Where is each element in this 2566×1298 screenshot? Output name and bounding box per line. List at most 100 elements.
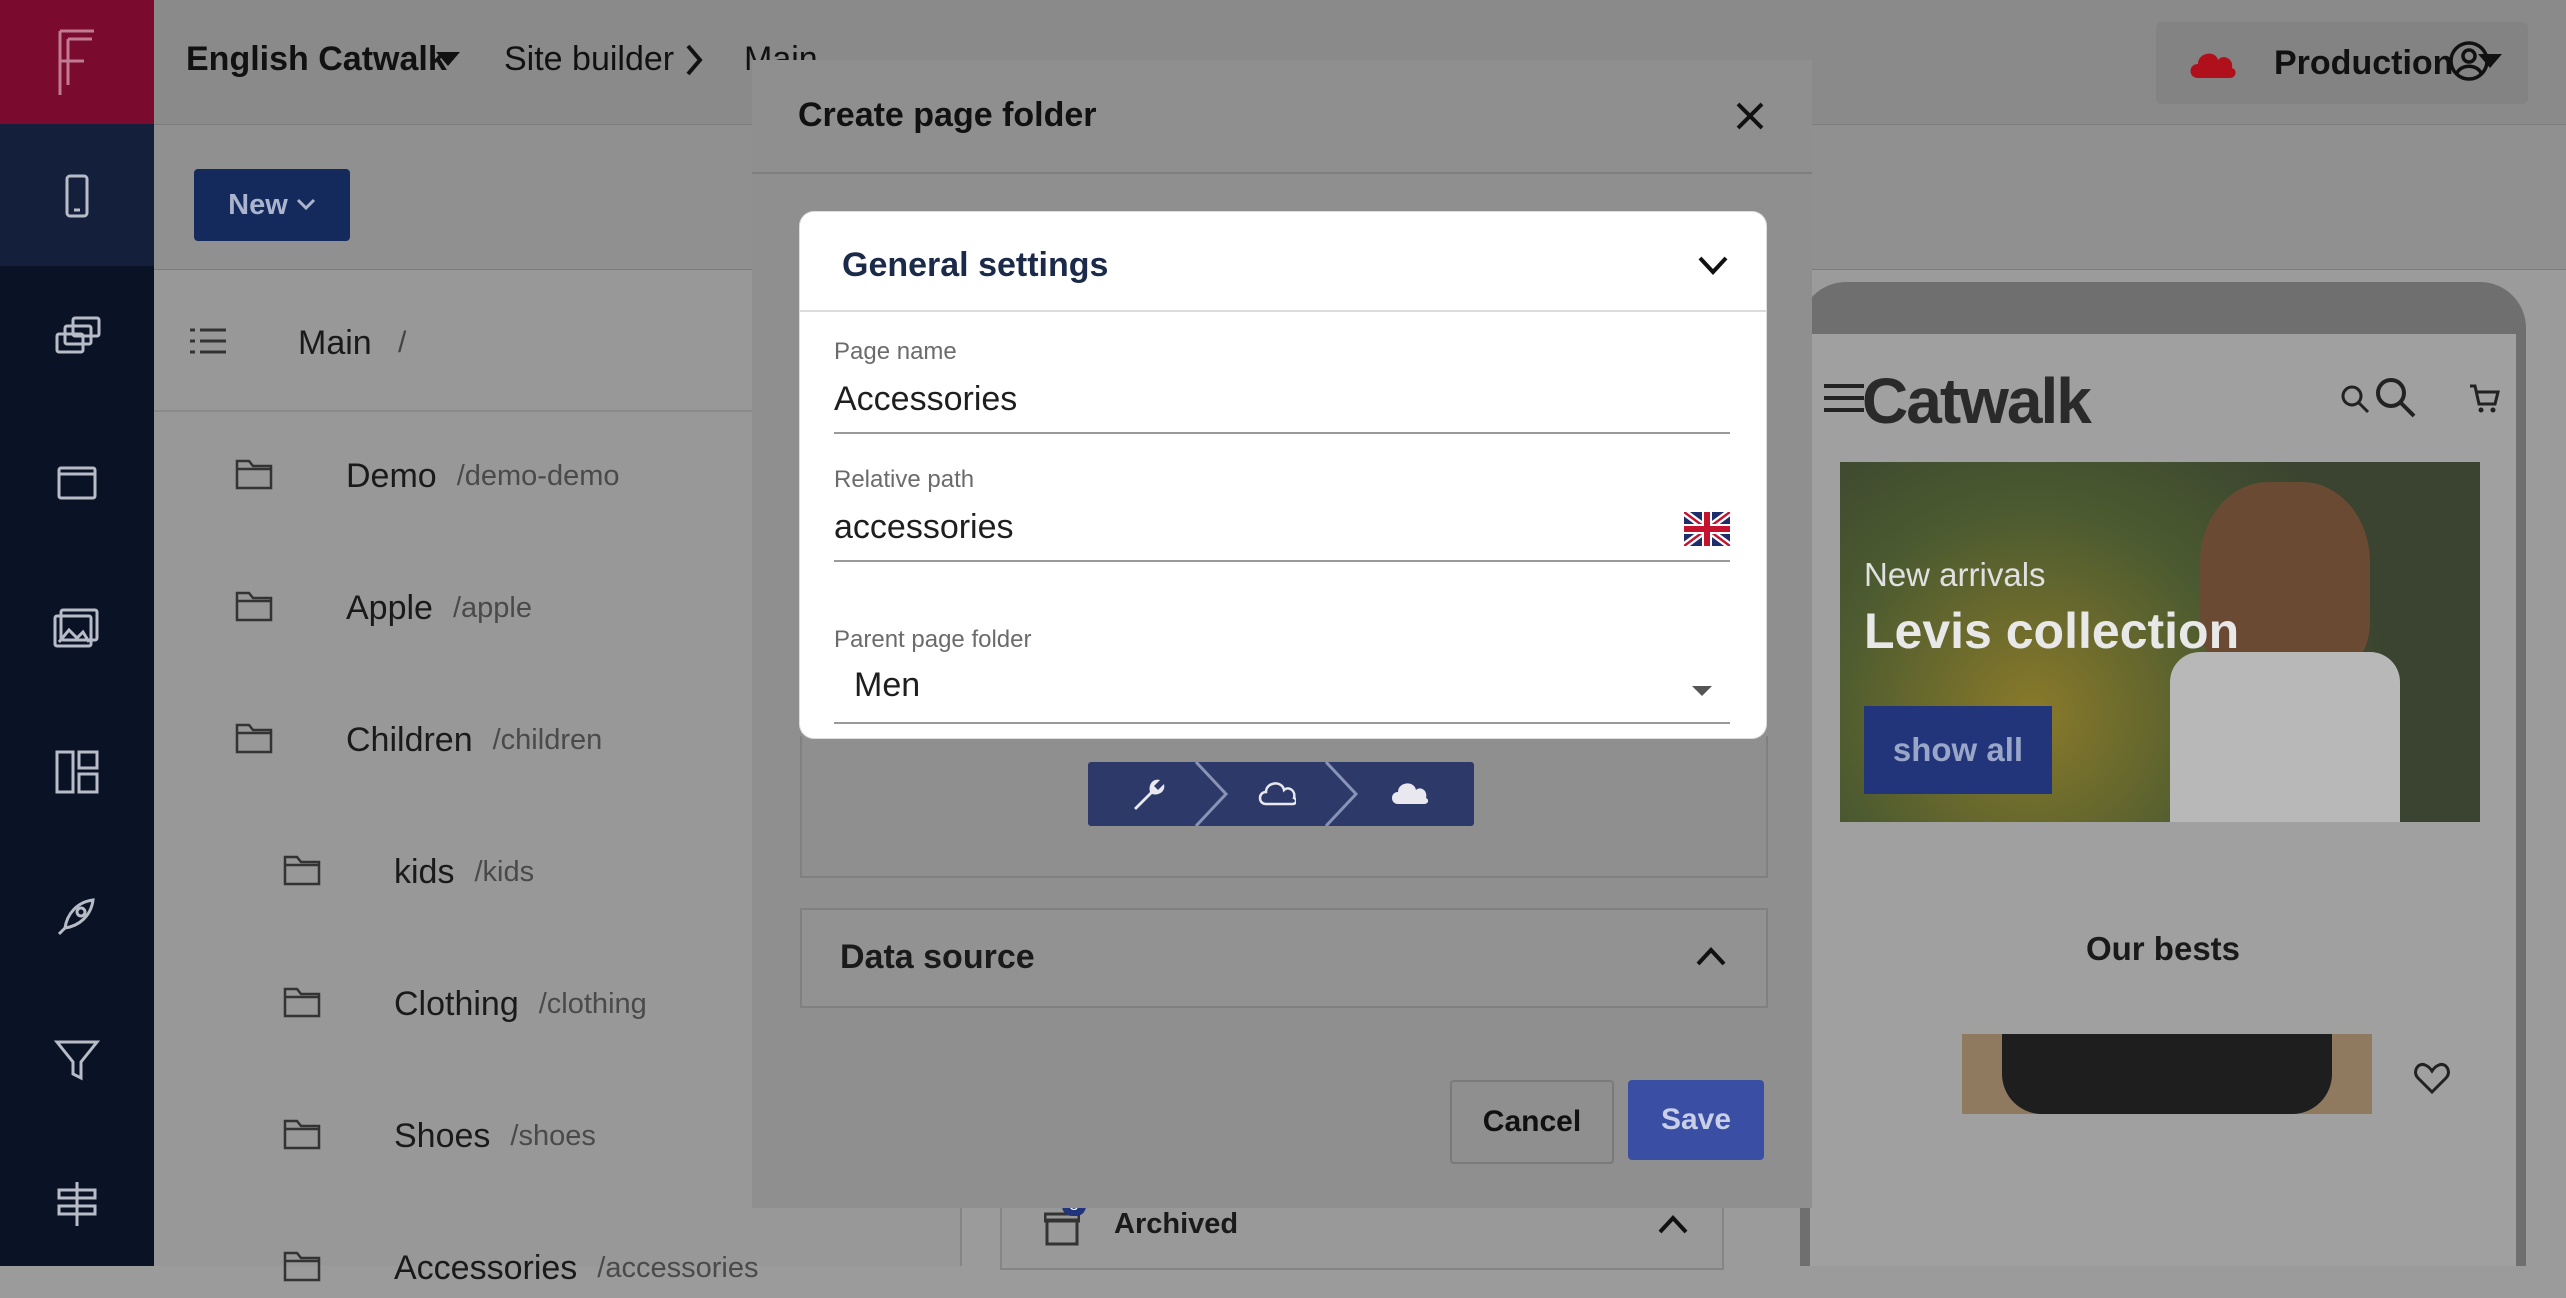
preview-brand-logo: Catwalk (1862, 365, 2092, 437)
mobile-icon[interactable] (47, 166, 107, 226)
folder-icon (282, 853, 322, 892)
parent-page-folder-label: Parent page folder (834, 626, 1032, 653)
close-icon[interactable] (1728, 94, 1772, 138)
archived-label: Archived (1114, 1208, 1239, 1240)
hero-show-all-button[interactable]: show all (1864, 706, 2052, 794)
chevron-up-icon[interactable] (1658, 1214, 1688, 1234)
new-button[interactable]: New (194, 169, 350, 241)
section-title: Our bests (2085, 930, 2241, 967)
user-account-icon[interactable] (2448, 40, 2490, 82)
general-settings-card: General settings Page name Accessories R… (800, 212, 1766, 738)
new-button-label: New (228, 188, 288, 221)
caret-down-icon (1692, 686, 1712, 696)
tree-item-children[interactable]: Children /children (234, 710, 602, 770)
folder-icon (234, 721, 274, 760)
hero-banner[interactable]: New arrivals Levis collection show all (1840, 462, 2480, 822)
dialog-header: Create page folder (752, 60, 1812, 174)
cloud-outline-icon (1258, 782, 1296, 806)
parent-page-folder-value: Men (854, 666, 921, 704)
parent-page-folder-select[interactable]: Men (834, 658, 1730, 724)
folder-icon (282, 1117, 322, 1156)
tree-item-path: /demo-demo (456, 459, 620, 492)
general-settings-header[interactable]: General settings (800, 222, 1766, 312)
chevron-right-icon (686, 44, 703, 76)
environment-label: Production (2274, 44, 2454, 82)
tree-root-label[interactable]: Main (298, 324, 372, 363)
tree-item-path: /accessories (597, 1251, 759, 1284)
cloud-filled-icon (1392, 783, 1428, 804)
window-icon[interactable] (47, 454, 107, 514)
list-icon[interactable] (190, 326, 226, 356)
signpost-icon[interactable] (47, 1174, 107, 1234)
hero-title: Levis collection (1864, 603, 2240, 659)
page-name-underline (834, 432, 1730, 434)
general-settings-title: General settings (842, 246, 1109, 284)
tree-item-apple[interactable]: Apple /apple (234, 578, 532, 638)
relative-path-input[interactable]: accessories (834, 508, 1014, 547)
phone-preview-screen: Catwalk New arrivals Levis collection sh… (1810, 334, 2516, 1266)
tree-item-path: /children (492, 723, 603, 756)
tree-item-kids[interactable]: kids /kids (282, 842, 534, 902)
folder-icon (234, 457, 274, 496)
page-name-input[interactable]: Accessories (834, 380, 1017, 419)
logo-mark-icon (58, 29, 94, 95)
left-rail (0, 0, 154, 1266)
tree-item-path: /clothing (538, 987, 647, 1020)
search-icon[interactable] (2340, 384, 2370, 414)
hero-subtitle: New arrivals (1864, 556, 2046, 593)
product-image[interactable] (1962, 1034, 2372, 1114)
tree-item-name: Accessories (394, 1248, 578, 1287)
cart-icon[interactable] (2468, 382, 2500, 414)
chevron-down-icon[interactable] (1698, 256, 1728, 276)
cloud-icon (2190, 53, 2236, 78)
caret-down-icon[interactable] (436, 52, 460, 68)
hero-shirt-image (2170, 652, 2400, 822)
site-selector[interactable]: English Catwalk (186, 40, 447, 79)
data-source-section[interactable]: Data source (800, 908, 1768, 1008)
wrench-icon (1134, 779, 1165, 810)
rocket-icon[interactable] (47, 886, 107, 946)
cancel-button[interactable]: Cancel (1450, 1080, 1614, 1164)
filter-icon[interactable] (47, 1030, 107, 1090)
folder-icon (234, 589, 274, 628)
tree-item-path: /kids (474, 855, 535, 888)
page-name-label: Page name (834, 338, 957, 365)
uk-flag-icon[interactable] (1684, 512, 1730, 546)
publish-status-steps (1088, 762, 1474, 826)
dialog-title: Create page folder (798, 96, 1097, 134)
tree-item-name: kids (394, 852, 455, 891)
tree-item-path: /apple (452, 591, 532, 624)
folder-icon (282, 985, 322, 1024)
tree-item-accessories[interactable]: Accessories /accessories (282, 1238, 758, 1298)
app-logo[interactable] (0, 0, 154, 124)
save-button-label: Save (1660, 1103, 1732, 1136)
layout-icon[interactable] (47, 742, 107, 802)
hero-show-all-label: show all (1892, 731, 2024, 768)
tree-item-clothing[interactable]: Clothing /clothing (282, 974, 647, 1034)
relative-path-label: Relative path (834, 466, 975, 493)
tree-item-name: Demo (346, 456, 437, 495)
tree-item-name: Children (346, 720, 473, 759)
tree-item-demo[interactable]: Demo /demo-demo (234, 446, 620, 506)
breadcrumb-site-builder[interactable]: Site builder (504, 40, 674, 79)
folder-icon (282, 1249, 322, 1288)
tree-item-shoes[interactable]: Shoes /shoes (282, 1106, 596, 1166)
chevron-up-icon[interactable] (1696, 946, 1726, 966)
search-icon[interactable] (2374, 376, 2416, 418)
tree-root-separator: / (398, 326, 407, 359)
data-source-title: Data source (840, 938, 1035, 976)
relative-path-underline (834, 560, 1730, 562)
tree-item-name: Shoes (394, 1116, 491, 1155)
save-button[interactable]: Save (1628, 1080, 1764, 1160)
cancel-button-label: Cancel (1482, 1105, 1582, 1138)
tree-item-name: Clothing (394, 984, 519, 1023)
heart-icon[interactable] (2414, 1062, 2450, 1094)
hamburger-icon[interactable] (1824, 382, 1864, 414)
step-separator-chevron (1194, 762, 1229, 826)
media-icon[interactable] (47, 598, 107, 658)
pages-icon[interactable] (47, 310, 107, 370)
chevron-down-icon (296, 198, 315, 211)
tree-item-path: /shoes (510, 1119, 596, 1152)
tree-item-name: Apple (346, 588, 433, 627)
step-separator-chevron (1324, 762, 1359, 826)
